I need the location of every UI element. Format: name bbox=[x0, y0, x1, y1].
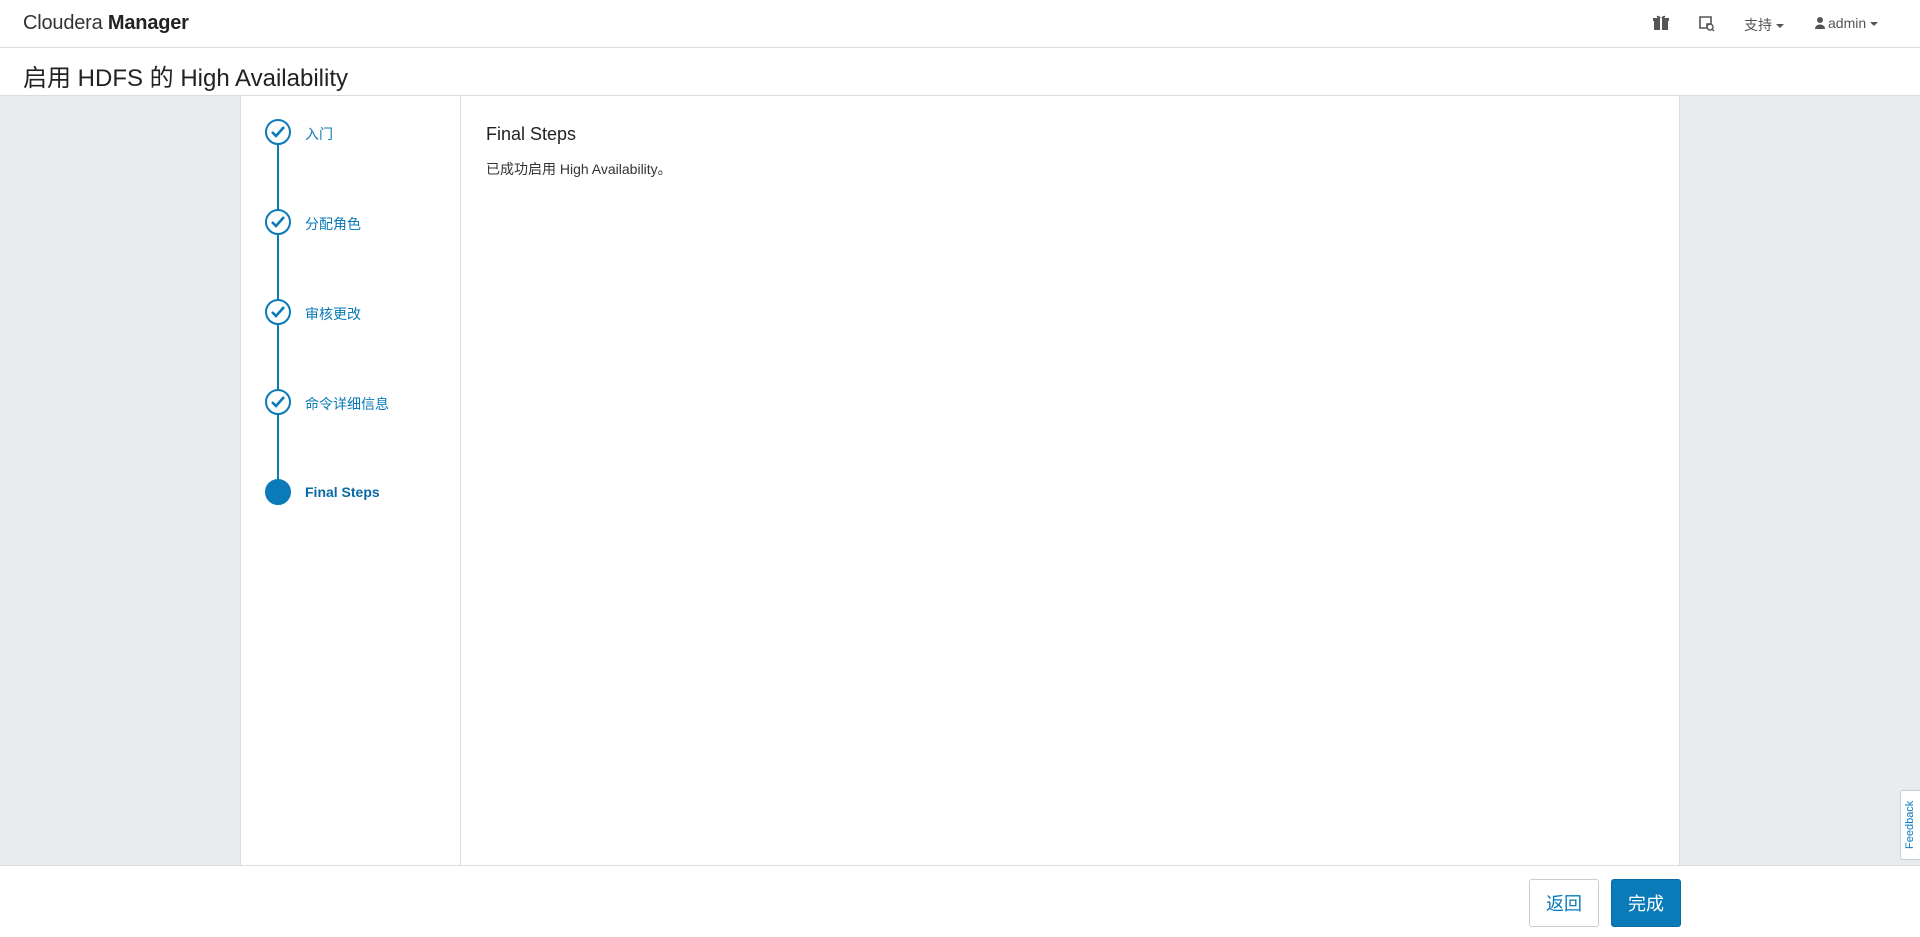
step-command-details[interactable]: 命令详细信息 bbox=[265, 389, 455, 415]
gift-icon[interactable] bbox=[1652, 14, 1672, 34]
user-label: admin bbox=[1828, 15, 1867, 31]
feedback-label: Feedback bbox=[1904, 800, 1916, 849]
wizard-content: Final Steps 已成功启用 High Availability。 bbox=[462, 96, 1679, 865]
wizard-footer: 返回 完成 bbox=[0, 865, 1920, 937]
back-button[interactable]: 返回 bbox=[1529, 879, 1599, 927]
finish-button[interactable]: 完成 bbox=[1611, 879, 1681, 927]
top-navbar: Cloudera Manager 支持 admin bbox=[0, 0, 1920, 48]
chevron-down-icon bbox=[1870, 22, 1879, 27]
brand-name-bold: Manager bbox=[107, 12, 189, 34]
page-header: 启用 HDFS 的 High Availability bbox=[0, 48, 1920, 96]
step-label: Final Steps bbox=[305, 484, 380, 500]
content-heading: Final Steps bbox=[486, 124, 577, 144]
check-icon bbox=[265, 299, 291, 325]
user-icon bbox=[1815, 17, 1825, 29]
step-label: 审核更改 bbox=[305, 306, 361, 322]
parcel-icon[interactable] bbox=[1697, 14, 1717, 34]
step-final-steps[interactable]: Final Steps bbox=[265, 479, 455, 505]
step-review-changes[interactable]: 审核更改 bbox=[265, 299, 455, 325]
chevron-down-icon bbox=[1776, 24, 1784, 29]
step-label: 分配角色 bbox=[305, 216, 361, 232]
check-icon bbox=[265, 389, 291, 415]
wizard-panel: 入门 分配角色 审核更改 命令详细信息 Final Steps Final St bbox=[240, 96, 1680, 865]
step-getting-started[interactable]: 入门 bbox=[265, 119, 455, 145]
active-step-icon bbox=[265, 479, 291, 505]
success-message: 已成功启用 High Availability。 bbox=[486, 161, 672, 177]
check-icon bbox=[265, 119, 291, 145]
wizard-steps: 入门 分配角色 审核更改 命令详细信息 Final Steps bbox=[241, 96, 461, 865]
support-dropdown[interactable]: 支持 bbox=[1744, 15, 1784, 35]
brand-logo[interactable]: Cloudera Manager bbox=[23, 12, 189, 35]
feedback-tab[interactable]: Feedback bbox=[1900, 790, 1920, 860]
step-label: 命令详细信息 bbox=[305, 396, 389, 412]
support-label: 支持 bbox=[1744, 17, 1772, 33]
check-icon bbox=[265, 209, 291, 235]
user-dropdown[interactable]: admin bbox=[1815, 15, 1879, 31]
step-assign-roles[interactable]: 分配角色 bbox=[265, 209, 455, 235]
step-label: 入门 bbox=[305, 126, 333, 142]
page-title: 启用 HDFS 的 High Availability bbox=[23, 65, 348, 92]
brand-name-light: Cloudera bbox=[23, 12, 108, 34]
